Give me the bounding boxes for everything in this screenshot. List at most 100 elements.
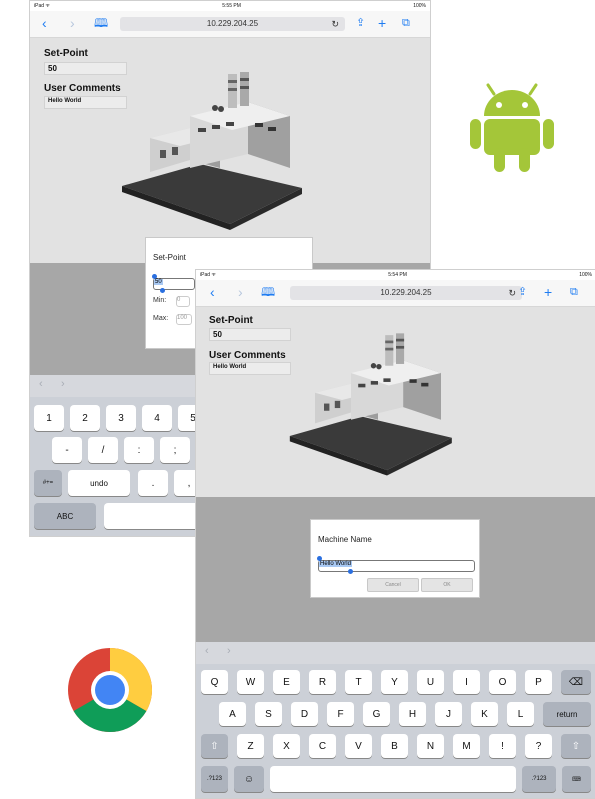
status-time: 5:55 PM [222,3,241,9]
url-text: 10.229.204.25 [206,19,259,28]
share-icon[interactable]: ⇪ [356,15,365,31]
key-3[interactable]: 3 [106,405,136,431]
max-field[interactable]: 100 [176,314,192,325]
tabs-icon[interactable]: ⧉ [402,15,410,31]
key-b[interactable]: B [381,734,408,758]
setpoint-field[interactable]: 50 [209,328,291,341]
shift-icon[interactable]: ⇧ [201,734,228,758]
safari-toolbar: ‹ › 🕮 10.229.204.25 ↻ ⇪ + ⧉ [30,11,430,38]
key-c[interactable]: C [309,734,336,758]
key-w[interactable]: W [237,670,264,694]
key-undo[interactable]: undo [68,470,130,496]
key-f[interactable]: F [327,702,354,726]
selection-handle-end[interactable] [160,288,165,293]
comments-field[interactable]: Hello World [209,362,291,375]
android-logo-icon [470,83,554,172]
key-colon[interactable]: : [124,437,154,463]
machine-name-dialog: Machine Name Hello World Cancel OK [310,519,480,598]
add-icon[interactable]: + [378,15,386,31]
back-arrow-icon[interactable]: ‹ [210,284,215,300]
chrome-logo-icon [68,648,153,733]
key-period[interactable]: . [138,470,168,496]
numbers-key-right[interactable]: .?123 [522,766,556,792]
reload-icon[interactable]: ↻ [508,286,516,300]
key-y[interactable]: Y [381,670,408,694]
status-device: iPad ᯤ [34,3,50,9]
selection-handle-start[interactable] [317,556,322,561]
status-bar: iPad ᯤ 5:54 PM 100% [196,270,595,280]
backspace-icon[interactable]: ⌫ [561,670,591,694]
url-bar[interactable]: 10.229.204.25 ↻ [290,286,522,300]
bookmarks-icon[interactable]: 🕮 [261,284,275,300]
key-4[interactable]: 4 [142,405,172,431]
url-text: 10.229.204.25 [380,288,432,297]
key-o[interactable]: O [489,670,516,694]
key-semicolon[interactable]: ; [160,437,190,463]
key-g[interactable]: G [363,702,390,726]
key-q[interactable]: Q [201,670,228,694]
hmi-canvas: Set-Point 50 User Comments Hello World [30,38,430,263]
next-field-icon[interactable]: › [61,378,65,390]
key-d[interactable]: D [291,702,318,726]
ok-button[interactable]: OK [421,578,473,592]
selected-text: Hello World [319,561,352,567]
numbers-key-left[interactable]: .?123 [201,766,228,792]
cancel-button[interactable]: Cancel [367,578,419,592]
dialog-title: Machine Name [318,535,372,544]
key-h[interactable]: H [399,702,426,726]
key-l[interactable]: L [507,702,534,726]
key-t[interactable]: T [345,670,372,694]
key-abc[interactable]: ABC [34,503,96,529]
front-ipad-screen: iPad ᯤ 5:54 PM 100% ‹ › 🕮 10.229.204.25 … [195,269,595,799]
key-dash[interactable]: - [52,437,82,463]
reload-icon[interactable]: ↻ [331,17,339,31]
qwerty-keyboard: Q W E R T Y U I O P ⌫ A S D F G H J K L … [196,664,595,798]
return-key[interactable]: return [543,702,591,726]
key-m[interactable]: M [453,734,480,758]
key-i[interactable]: I [453,670,480,694]
key-z[interactable]: Z [237,734,264,758]
machine-name-input[interactable]: Hello World [318,560,475,572]
next-field-icon[interactable]: › [227,645,231,657]
prev-field-icon[interactable]: ‹ [205,645,209,657]
status-time: 5:54 PM [388,272,407,278]
prev-field-icon[interactable]: ‹ [39,378,43,390]
key-n[interactable]: N [417,734,444,758]
selection-handle-end[interactable] [348,569,353,574]
back-arrow-icon[interactable]: ‹ [42,15,47,31]
setpoint-field[interactable]: 50 [44,62,127,75]
tabs-icon[interactable]: ⧉ [570,284,578,300]
key-symbols[interactable]: #+= [34,470,62,496]
comments-field[interactable]: Hello World [44,96,127,109]
key-x[interactable]: X [273,734,300,758]
key-u[interactable]: U [417,670,444,694]
space-key[interactable] [270,766,516,792]
key-slash[interactable]: / [88,437,118,463]
key-v[interactable]: V [345,734,372,758]
key-question[interactable]: ? [525,734,552,758]
key-exclaim[interactable]: ! [489,734,516,758]
keyboard-hide-icon[interactable]: ⌨ [562,766,591,792]
key-s[interactable]: S [255,702,282,726]
forward-arrow-icon[interactable]: › [238,284,243,300]
key-r[interactable]: R [309,670,336,694]
selection-handle-start[interactable] [152,274,157,279]
key-p[interactable]: P [525,670,552,694]
shift-right-icon[interactable]: ⇧ [561,734,591,758]
key-1[interactable]: 1 [34,405,64,431]
add-icon[interactable]: + [544,284,552,300]
share-icon[interactable]: ⇪ [518,284,527,300]
status-battery: 100% [579,272,592,278]
key-e[interactable]: E [273,670,300,694]
emoji-icon[interactable]: ☺ [234,766,264,792]
url-bar[interactable]: 10.229.204.25 ↻ [120,17,345,31]
dialog-setpoint-input[interactable]: 50 [153,278,195,290]
comments-label: User Comments [209,350,286,361]
bookmarks-icon[interactable]: 🕮 [94,15,108,31]
key-a[interactable]: A [219,702,246,726]
key-j[interactable]: J [435,702,462,726]
key-k[interactable]: K [471,702,498,726]
min-field[interactable]: 0 [176,296,190,307]
forward-arrow-icon[interactable]: › [70,15,75,31]
key-2[interactable]: 2 [70,405,100,431]
